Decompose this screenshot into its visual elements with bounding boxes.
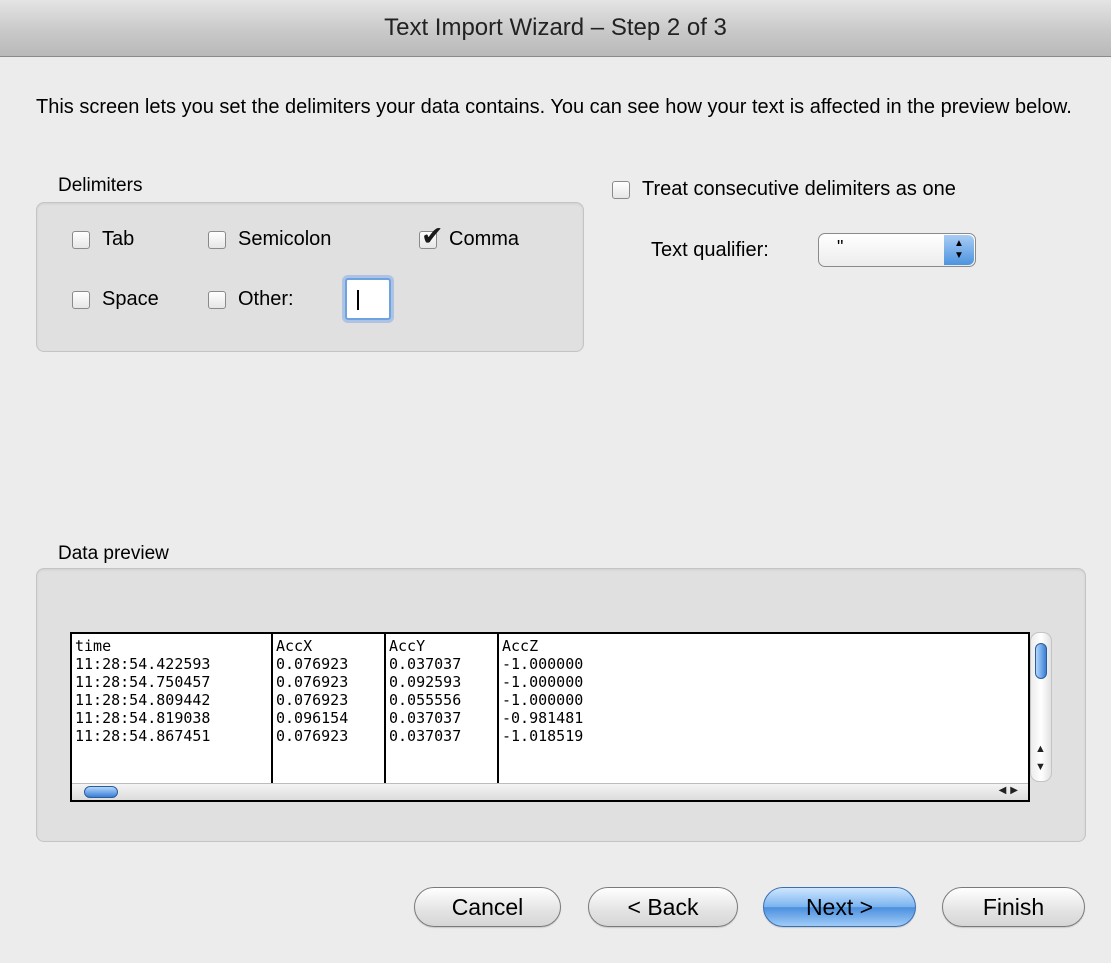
up-down-arrows-icon: ▲ ▼ xyxy=(944,235,974,265)
comma-checkbox[interactable]: ✔ xyxy=(419,223,444,250)
preview-cell: 11:28:54.422593 xyxy=(75,655,211,673)
preview-column-accx: AccX 0.076923 0.076923 0.076923 0.096154… xyxy=(273,634,386,786)
checkmark-icon: ✔ xyxy=(421,220,444,252)
preview-cell: 0.076923 xyxy=(276,691,349,709)
text-qualifier-select[interactable]: " ▲ ▼ xyxy=(818,233,976,267)
space-option[interactable]: Space xyxy=(72,288,159,311)
window-title: Text Import Wizard – Step 2 of 3 xyxy=(0,0,1111,57)
other-checkbox[interactable] xyxy=(208,290,226,309)
preview-cell: 0.037037 xyxy=(389,727,462,745)
data-preview-label: Data preview xyxy=(58,543,169,564)
space-label: Space xyxy=(102,288,159,310)
preview-cell: 11:28:54.750457 xyxy=(75,673,211,691)
delimiters-label: Delimiters xyxy=(58,175,143,196)
preview-column-time: time 11:28:54.422593 11:28:54.750457 11:… xyxy=(72,634,273,786)
vertical-scrollbar[interactable]: ▲ ▼ xyxy=(1030,632,1052,782)
comma-option[interactable]: ✔ Comma xyxy=(419,223,520,251)
back-button[interactable]: < Back xyxy=(588,887,738,927)
cancel-button[interactable]: Cancel xyxy=(414,887,561,927)
arrow-right-icon[interactable]: ▶ xyxy=(1010,785,1022,796)
comma-label: Comma xyxy=(449,228,520,250)
preview-cell: -1.000000 xyxy=(502,673,584,691)
preview-cell: -1.018519 xyxy=(502,727,584,745)
intro-text: This screen lets you set the delimiters … xyxy=(36,96,1072,118)
arrow-left-icon[interactable]: ◀ xyxy=(999,785,1011,796)
preview-cell: 0.037037 xyxy=(389,655,462,673)
preview-header-cell: AccZ xyxy=(502,637,539,655)
preview-cell: -0.981481 xyxy=(502,709,584,727)
preview-cell: 0.076923 xyxy=(276,673,349,691)
arrow-up-icon[interactable]: ▲ xyxy=(1035,743,1046,755)
preview-cell: 0.055556 xyxy=(389,691,462,709)
semicolon-label: Semicolon xyxy=(238,228,332,250)
tab-label: Tab xyxy=(102,228,135,250)
preview-cell: -1.000000 xyxy=(502,655,584,673)
preview-cell: 0.076923 xyxy=(276,655,349,673)
preview-cell: 0.092593 xyxy=(389,673,462,691)
preview-cell: 11:28:54.867451 xyxy=(75,727,211,745)
text-qualifier-value: " xyxy=(837,237,844,257)
text-caret xyxy=(357,290,359,310)
preview-cell: 11:28:54.819038 xyxy=(75,709,211,727)
text-qualifier-label: Text qualifier: xyxy=(651,239,769,261)
preview-cell: 11:28:54.809442 xyxy=(75,691,211,709)
preview-header-cell: time xyxy=(75,637,112,655)
consecutive-label: Treat consecutive delimiters as one xyxy=(642,178,956,200)
tab-option[interactable]: Tab xyxy=(72,228,134,251)
arrow-down-icon[interactable]: ▼ xyxy=(1035,761,1046,773)
data-preview-table[interactable]: time 11:28:54.422593 11:28:54.750457 11:… xyxy=(70,632,1030,802)
preview-cell: 0.037037 xyxy=(389,709,462,727)
space-checkbox[interactable] xyxy=(72,290,90,309)
other-label: Other: xyxy=(238,288,294,310)
other-delimiter-input[interactable] xyxy=(345,278,391,320)
consecutive-checkbox[interactable] xyxy=(612,180,630,199)
preview-column-accy: AccY 0.037037 0.092593 0.055556 0.037037… xyxy=(386,634,499,786)
tab-checkbox[interactable] xyxy=(72,230,90,249)
vertical-scroll-thumb[interactable] xyxy=(1035,643,1047,679)
next-button[interactable]: Next > xyxy=(763,887,916,927)
preview-cell: -1.000000 xyxy=(502,691,584,709)
preview-cell: 0.096154 xyxy=(276,709,349,727)
preview-header-cell: AccY xyxy=(389,637,426,655)
other-option[interactable]: Other: xyxy=(208,288,294,311)
semicolon-option[interactable]: Semicolon xyxy=(208,228,331,251)
preview-header-cell: AccX xyxy=(276,637,313,655)
semicolon-checkbox[interactable] xyxy=(208,230,226,249)
finish-button[interactable]: Finish xyxy=(942,887,1085,927)
horizontal-scroll-buttons[interactable]: ◀▶ xyxy=(999,785,1022,796)
preview-cell: 0.076923 xyxy=(276,727,349,745)
delimiters-group xyxy=(36,202,584,352)
preview-column-accz: AccZ -1.000000 -1.000000 -1.000000 -0.98… xyxy=(499,634,1028,786)
consecutive-option[interactable]: Treat consecutive delimiters as one xyxy=(612,178,956,201)
horizontal-scroll-thumb[interactable] xyxy=(84,786,118,798)
horizontal-scrollbar[interactable]: ◀▶ xyxy=(72,783,1028,800)
